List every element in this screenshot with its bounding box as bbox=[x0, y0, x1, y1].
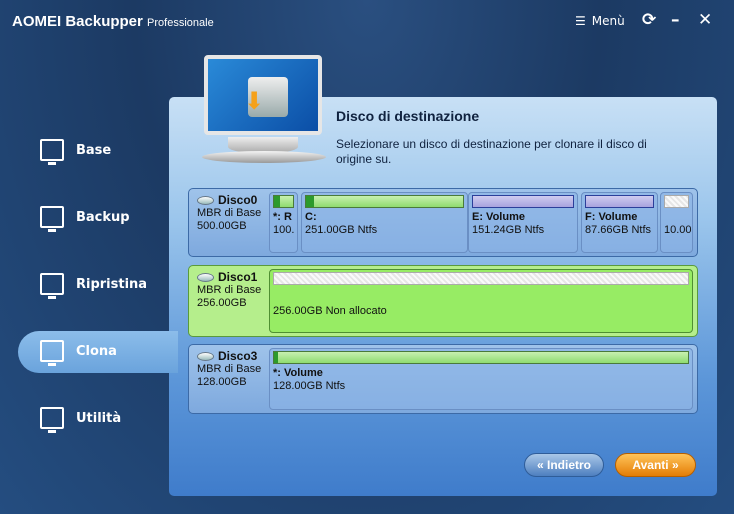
partition[interactable]: *: R 100. bbox=[269, 192, 298, 253]
hamburger-icon: ☰ bbox=[575, 14, 586, 28]
sidebar-item-clona[interactable]: Clona bbox=[40, 331, 169, 371]
disk-row-disco3[interactable]: Disco3 MBR di Base 128.00GB *: Volume 128.0… bbox=[188, 344, 698, 414]
menu-button[interactable]: ☰ Menù bbox=[575, 14, 625, 28]
sidebar-item-utilita[interactable]: Utilità bbox=[40, 398, 169, 438]
partition[interactable]: 256.00GB Non allocato bbox=[269, 269, 693, 333]
back-button[interactable]: « Indietro bbox=[524, 453, 604, 477]
partition-info: 256.00GB Non allocato bbox=[273, 305, 387, 317]
partition-label: C: bbox=[305, 211, 317, 223]
disk-type: MBR di Base bbox=[197, 363, 262, 375]
disk-name: Disco1 bbox=[218, 270, 258, 284]
partition-info: 100. bbox=[273, 224, 295, 236]
page-title: Disco di destinazione bbox=[336, 108, 480, 124]
partition-label: F: Volume bbox=[585, 211, 638, 223]
partition[interactable]: *: Volume 128.00GB Ntfs bbox=[269, 348, 693, 410]
disk-row-disco1[interactable]: Disco1 MBR di Base 256.00GB 256.00GB Non a… bbox=[188, 265, 698, 337]
minimize-button[interactable]: – bbox=[671, 10, 680, 30]
sidebar-item-label: Base bbox=[76, 142, 112, 158]
next-button[interactable]: Avanti » bbox=[615, 453, 696, 477]
sidebar-item-label: Backup bbox=[76, 209, 130, 225]
partition-info: 251.00GB Ntfs bbox=[305, 224, 378, 236]
page-description: Selezionare un disco di destinazione per… bbox=[336, 137, 647, 166]
clone-icon bbox=[40, 340, 64, 366]
disk-name: Disco0 bbox=[218, 193, 258, 207]
disk-size: 500.00GB bbox=[197, 220, 247, 232]
menu-label: Menù bbox=[591, 14, 625, 28]
partition[interactable]: E: Volume 151.24GB Ntfs bbox=[468, 192, 578, 253]
disk-icon bbox=[197, 196, 214, 205]
partition-label: E: Volume bbox=[472, 211, 525, 223]
partition-label: *: Volume bbox=[273, 367, 323, 379]
app-title: AOMEI Backupper Professionale bbox=[12, 13, 214, 30]
sidebar-item-base[interactable]: Base bbox=[40, 130, 169, 170]
partition-label: *: R bbox=[273, 211, 292, 223]
disk-size: 256.00GB bbox=[197, 297, 247, 309]
disk-name: Disco3 bbox=[218, 349, 258, 363]
home-icon bbox=[40, 139, 64, 165]
partition-info: 10.00 bbox=[664, 224, 692, 236]
disk-type: MBR di Base bbox=[197, 284, 262, 296]
sidebar-item-label: Clona bbox=[76, 343, 117, 359]
sidebar-item-label: Utilità bbox=[76, 410, 122, 426]
partition[interactable]: F: Volume 87.66GB Ntfs bbox=[581, 192, 658, 253]
monitor-illustration-icon: ⬇ bbox=[198, 55, 330, 167]
partition[interactable]: C: 251.00GB Ntfs bbox=[301, 192, 468, 253]
disk-icon bbox=[197, 273, 214, 282]
backup-icon bbox=[40, 206, 64, 232]
disk-size: 128.00GB bbox=[197, 376, 247, 388]
refresh-icon[interactable]: ⟳ bbox=[642, 10, 656, 30]
disk-type: MBR di Base bbox=[197, 207, 262, 219]
tools-icon bbox=[40, 407, 64, 433]
sidebar-item-backup[interactable]: Backup bbox=[40, 197, 169, 237]
app-edition: Professionale bbox=[147, 17, 214, 29]
partition-info: 87.66GB Ntfs bbox=[585, 224, 652, 236]
sidebar-item-label: Ripristina bbox=[76, 276, 148, 292]
disk-icon bbox=[197, 352, 214, 361]
partition-label bbox=[664, 211, 689, 224]
disk-row-disco0[interactable]: Disco0 MBR di Base 500.00GB *: R 100. C: 251… bbox=[188, 188, 698, 257]
partition-info: 151.24GB Ntfs bbox=[472, 224, 545, 236]
close-button[interactable]: ✕ bbox=[698, 10, 712, 30]
partition-info: 128.00GB Ntfs bbox=[273, 380, 346, 392]
app-name: AOMEI Backupper bbox=[12, 13, 143, 30]
restore-icon bbox=[40, 273, 64, 299]
partition[interactable]: 10.00 bbox=[660, 192, 693, 253]
sidebar-item-ripristina[interactable]: Ripristina bbox=[40, 264, 169, 304]
